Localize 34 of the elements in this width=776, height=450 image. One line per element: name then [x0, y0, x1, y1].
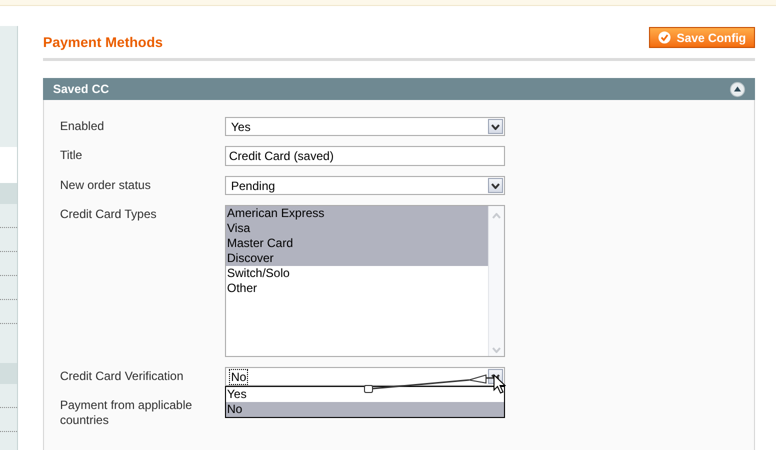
chevron-down-icon: [491, 124, 500, 130]
field-label: New order status: [60, 177, 152, 193]
list-option[interactable]: Visa: [226, 221, 488, 236]
select-field[interactable]: No: [225, 367, 505, 386]
scroll-up-icon: [492, 212, 501, 218]
page-title: Payment Methods: [43, 33, 163, 51]
section-title: Saved CC: [53, 81, 110, 98]
list-option[interactable]: Switch/Solo: [226, 266, 488, 281]
list-option[interactable]: American Express: [226, 206, 488, 221]
select-value: No: [230, 370, 248, 384]
list-option[interactable]: Master Card: [226, 236, 488, 251]
dropdown-option[interactable]: No: [226, 402, 504, 417]
section-header[interactable]: Saved CC: [43, 78, 755, 100]
collapse-icon[interactable]: [730, 82, 745, 96]
field-label: Title: [60, 147, 84, 163]
multi-select-list[interactable]: American Express Visa Master Card Discover Switch/Solo Other: [225, 205, 505, 357]
scrollbar[interactable]: [488, 206, 504, 356]
scroll-down-icon: [492, 347, 501, 353]
select-value: Pending: [230, 178, 276, 192]
dropdown-arrow-button[interactable]: [488, 119, 503, 134]
list-option[interactable]: Other: [226, 281, 488, 296]
field-label: Payment from applicable countries: [60, 397, 194, 428]
select-value: Yes: [230, 120, 252, 134]
checkmark-icon: [658, 31, 671, 44]
dropdown-arrow-button[interactable]: [488, 178, 503, 193]
field-label: Enabled: [60, 118, 106, 134]
select-field[interactable]: Yes: [225, 117, 505, 136]
chevron-down-icon: [491, 182, 500, 188]
chevron-down-icon: [491, 374, 500, 380]
field-label: Credit Card Types: [60, 206, 158, 222]
title-input[interactable]: Credit Card (saved): [225, 146, 505, 166]
list-option[interactable]: Discover: [226, 251, 488, 266]
select-field[interactable]: Pending: [225, 176, 505, 195]
field-label: Credit Card Verification: [60, 368, 184, 384]
